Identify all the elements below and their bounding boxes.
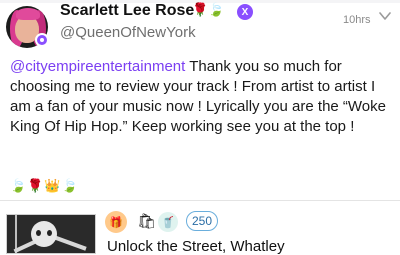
divider bbox=[0, 200, 400, 201]
cup-emoji: 🥤 bbox=[161, 216, 175, 229]
gift-icon[interactable]: 🎁 bbox=[105, 211, 127, 233]
skull-icon bbox=[31, 221, 57, 247]
verified-badge-icon: X bbox=[237, 4, 253, 20]
track-artwork[interactable] bbox=[6, 214, 96, 254]
author-display-name[interactable]: Scarlett Lee Rose bbox=[60, 2, 194, 20]
track-title[interactable]: Unlock the Street, Whatley bbox=[107, 238, 285, 255]
post-body: @cityempireentertainment Thank you so mu… bbox=[10, 57, 398, 137]
reaction-emojis: 🍃🌹👑🍃 bbox=[10, 178, 79, 193]
cup-icon[interactable]: 🥤 bbox=[158, 212, 178, 232]
present-icon[interactable]: 🛍 bbox=[137, 212, 156, 230]
avatar-status-icon bbox=[35, 33, 49, 47]
reaction-count-badge[interactable]: 250 bbox=[186, 211, 218, 231]
avatar-fringe bbox=[16, 8, 40, 20]
artwork-limb-right bbox=[53, 235, 87, 251]
post-timestamp: 10hrs bbox=[343, 14, 371, 26]
mention-link[interactable]: @cityempireentertainment bbox=[10, 58, 185, 75]
gift-emoji: 🎁 bbox=[109, 216, 123, 229]
author-handle[interactable]: @QueenOfNewYork bbox=[60, 24, 196, 41]
author-name-emojis: 🌹🍃 bbox=[192, 2, 225, 17]
chevron-down-icon[interactable] bbox=[378, 10, 392, 22]
